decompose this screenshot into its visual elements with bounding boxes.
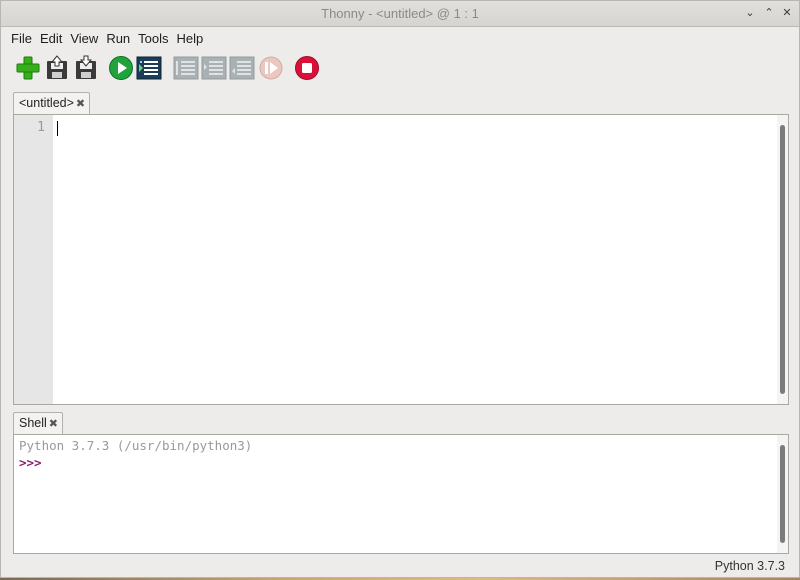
code-editor[interactable]: 1 — [13, 114, 789, 405]
step-over-button[interactable] — [173, 55, 199, 81]
debug-icon — [136, 56, 162, 80]
interpreter-status[interactable]: Python 3.7.3 — [715, 559, 785, 573]
close-window-button[interactable]: ✕ — [779, 5, 795, 21]
close-shell-icon[interactable]: ✖ — [49, 418, 58, 430]
tab-untitled-label: <untitled> — [19, 96, 74, 110]
tab-untitled[interactable]: <untitled> ✖ — [13, 92, 91, 115]
tab-shell[interactable]: Shell ✖ — [13, 412, 64, 435]
load-icon — [47, 55, 67, 79]
shell-scrollbar-thumb[interactable] — [780, 445, 785, 543]
shell-scrollbar[interactable] — [777, 435, 788, 553]
editor-tabs: <untitled> ✖ — [13, 92, 91, 115]
new-icon — [16, 56, 40, 80]
step-into-icon — [201, 56, 227, 80]
debug-button[interactable] — [136, 55, 162, 81]
tab-shell-label: Shell — [19, 416, 47, 430]
run-button[interactable] — [108, 55, 134, 81]
shell-console[interactable]: Python 3.7.3 (/usr/bin/python3) >>> — [13, 434, 789, 554]
line-number-gutter: 1 — [14, 115, 53, 404]
step-out-icon — [229, 56, 255, 80]
window-title: Thonny - <untitled> @ 1 : 1 — [321, 6, 479, 21]
stop-icon — [295, 56, 319, 80]
step-out-button[interactable] — [229, 55, 255, 81]
maximize-button[interactable]: ⌃ — [761, 5, 777, 21]
menu-bar: File Edit View Run Tools Help — [1, 27, 799, 49]
stop-button[interactable] — [294, 55, 320, 81]
menu-edit[interactable]: Edit — [40, 31, 62, 46]
step-into-button[interactable] — [201, 55, 227, 81]
menu-tools[interactable]: Tools — [138, 31, 168, 46]
title-bar[interactable]: Thonny - <untitled> @ 1 : 1 ⌄ ⌃ ✕ — [1, 1, 799, 27]
step-over-icon — [173, 56, 199, 80]
resume-icon — [259, 56, 283, 80]
menu-view[interactable]: View — [70, 31, 98, 46]
save-icon — [76, 55, 96, 79]
load-file-button[interactable] — [44, 55, 70, 81]
resume-button[interactable] — [258, 55, 284, 81]
new-file-button[interactable] — [15, 55, 41, 81]
close-tab-icon[interactable]: ✖ — [76, 98, 85, 110]
run-icon — [109, 56, 133, 80]
shell-tabs: Shell ✖ — [13, 412, 64, 435]
minimize-button[interactable]: ⌄ — [742, 5, 758, 21]
text-cursor — [57, 121, 58, 136]
thonny-window: Thonny - <untitled> @ 1 : 1 ⌄ ⌃ ✕ File E… — [0, 0, 800, 578]
shell-prompt: >>> — [19, 455, 42, 470]
editor-scrollbar-thumb[interactable] — [780, 125, 785, 394]
editor-scrollbar[interactable] — [777, 115, 788, 404]
menu-help[interactable]: Help — [177, 31, 204, 46]
line-number: 1 — [37, 120, 45, 135]
menu-file[interactable]: File — [11, 31, 32, 46]
save-file-button[interactable] — [73, 55, 99, 81]
shell-banner: Python 3.7.3 (/usr/bin/python3) — [19, 438, 253, 453]
menu-run[interactable]: Run — [106, 31, 130, 46]
